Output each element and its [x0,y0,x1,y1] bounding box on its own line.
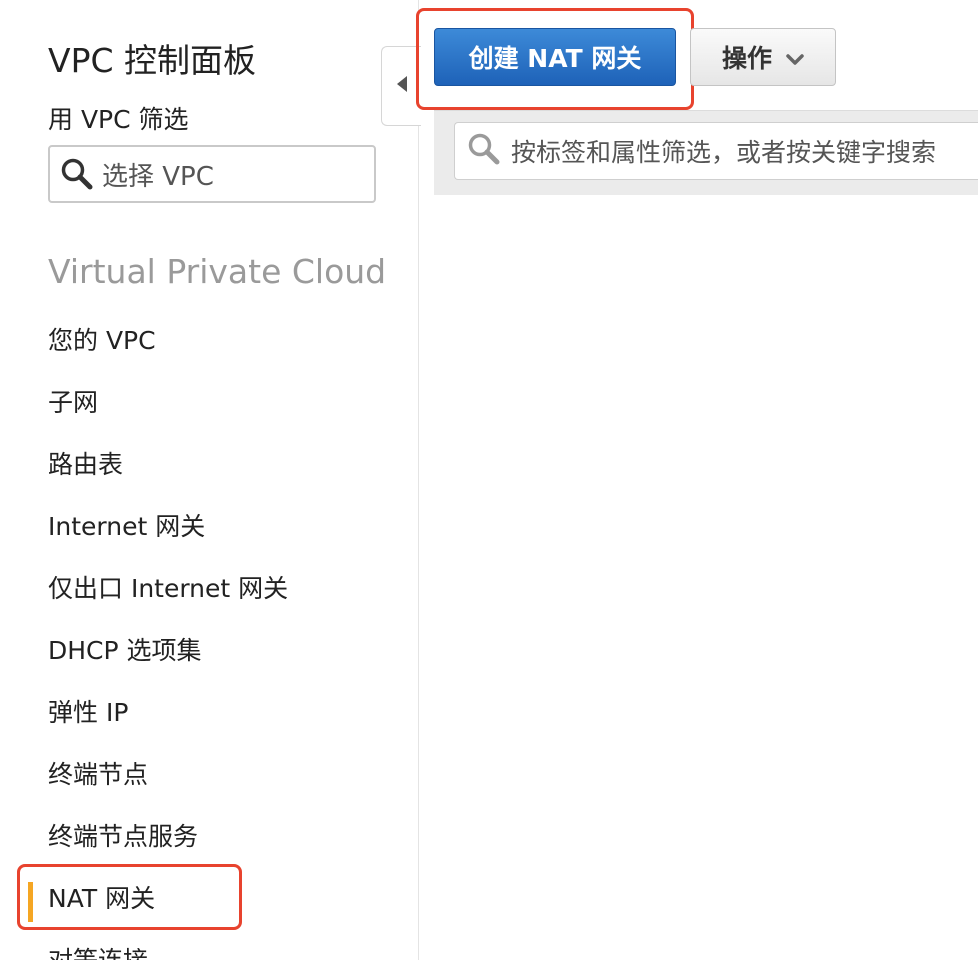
sidebar-item-route-tables[interactable]: 路由表 [0,436,418,498]
sidebar-item-dhcp-options-sets[interactable]: DHCP 选项集 [0,622,418,684]
search-placeholder: 按标签和属性筛选，或者按关键字搜索 [511,138,937,167]
actions-label: 操作 [721,44,772,73]
sidebar-item-endpoint-services[interactable]: 终端节点服务 [0,808,418,870]
section-title-virtual-private-cloud: Virtual Private Cloud [48,252,387,291]
search-icon [60,157,94,191]
sidebar-item-nat-gateways[interactable]: NAT 网关 [0,870,418,932]
sidebar-item-subnets[interactable]: 子网 [0,374,418,436]
chevron-down-icon [786,43,804,72]
sidebar-item-peering-connections[interactable]: 对等连接 [0,932,418,960]
sidebar: VPC 控制面板 用 VPC 筛选 选择 VPC Virtual Private… [0,0,419,960]
sidebar-item-endpoints[interactable]: 终端节点 [0,746,418,808]
sidebar-item-internet-gateways[interactable]: Internet 网关 [0,498,418,560]
vpc-select-placeholder: 选择 VPC [102,161,214,192]
collapse-sidebar-button[interactable] [381,46,421,126]
sidebar-item-elastic-ips[interactable]: 弹性 IP [0,684,418,746]
caret-left-icon [396,75,408,97]
vpc-filter-label: 用 VPC 筛选 [48,105,189,134]
sidebar-item-egress-only-internet-gateways[interactable]: 仅出口 Internet 网关 [0,560,418,622]
sidebar-title[interactable]: VPC 控制面板 [48,34,256,82]
search-input[interactable]: 按标签和属性筛选，或者按关键字搜索 [454,122,978,180]
create-nat-gateway-button[interactable]: 创建 NAT 网关 [434,28,676,86]
sidebar-nav: 您的 VPC 子网 路由表 Internet 网关 仅出口 Internet 网… [0,312,418,960]
sidebar-item-your-vpcs[interactable]: 您的 VPC [0,312,418,374]
vpc-filter-select[interactable]: 选择 VPC [48,145,376,203]
search-icon [467,132,501,170]
actions-dropdown-button[interactable]: 操作 [690,28,836,86]
